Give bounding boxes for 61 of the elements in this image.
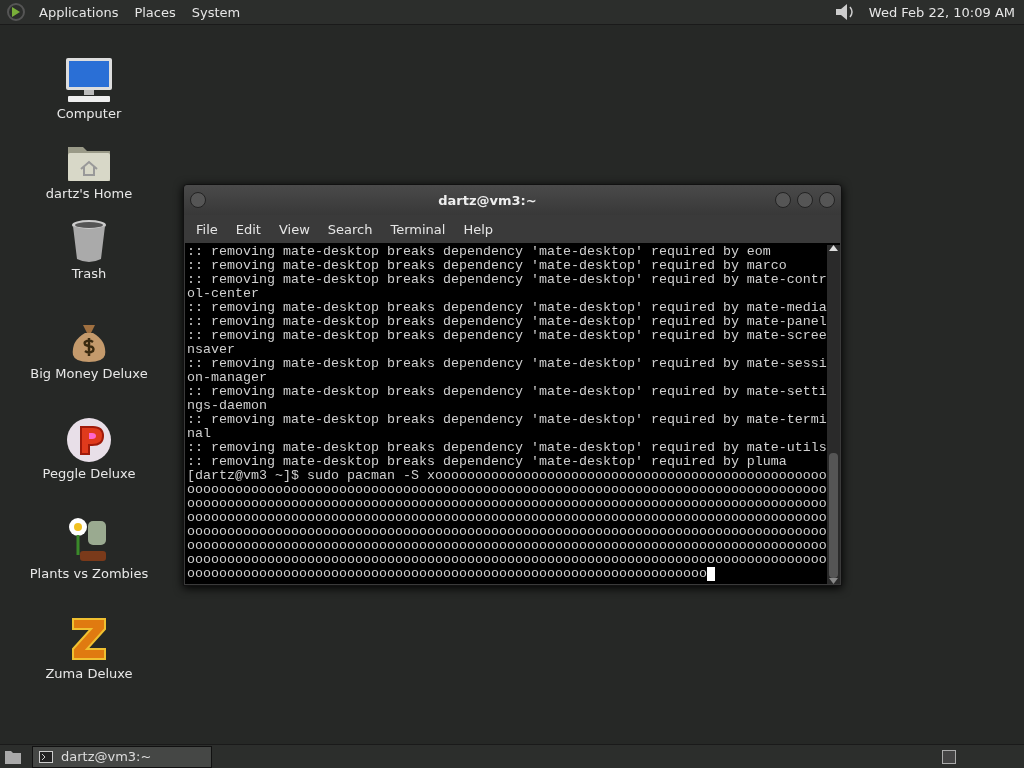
menu-item[interactable]: Terminal	[382, 217, 454, 241]
terminal-line: oooooooooooooooooooooooooooooooooooooooooooooooooooooooooooooooooooooooooooooooo	[187, 538, 827, 553]
workspace-switcher[interactable]	[942, 749, 956, 764]
terminal-icon	[39, 750, 53, 763]
terminal-line: ol-center	[187, 286, 259, 301]
terminal-line: :: removing mate-desktop breaks dependency 'mate-desktop' required by marco	[187, 258, 787, 273]
panel-menu[interactable]: Places	[131, 2, 179, 22]
scroll-up-icon[interactable]	[829, 245, 838, 251]
terminal-line: :: removing mate-desktop breaks dependency 'mate-desktop' required by eom	[187, 244, 771, 259]
desktop-icon-label[interactable]: Peggle Deluxe	[42, 466, 136, 485]
menu-item[interactable]: File	[188, 217, 226, 241]
terminal-line: :: removing mate-desktop breaks dependency 'mate-desktop' required by mate-setti	[187, 384, 827, 399]
terminal-line: ooooooooooooooooooooooooooooooooooooooooooooooooooooooooooooooooo	[187, 566, 707, 581]
terminal-line: nal	[187, 426, 211, 441]
desktop-icon-label[interactable]: dartz's Home	[45, 186, 133, 205]
terminal-line: :: removing mate-desktop breaks dependency 'mate-desktop' required by pluma	[187, 454, 787, 469]
close-button[interactable]	[819, 192, 835, 208]
terminal-line: oooooooooooooooooooooooooooooooooooooooooooooooooooooooooooooooooooooooooooooooo	[187, 524, 827, 539]
peggle-icon	[66, 417, 112, 463]
scrollbar[interactable]	[827, 245, 840, 584]
terminal-line: :: removing mate-desktop breaks dependency 'mate-desktop' required by mate-termi	[187, 412, 827, 427]
terminal-line: oooooooooooooooooooooooooooooooooooooooooooooooooooooooooooooooooooooooooooooooo	[187, 510, 827, 525]
computer-icon	[64, 57, 114, 103]
terminal-line: [dartz@vm3 ~]$ sudo pacman -S xooooooooooooooooooooooooooooooooooooooooooooooooo	[187, 468, 827, 483]
terminal-line: :: removing mate-desktop breaks dependency 'mate-desktop' required by mate-panel	[187, 314, 827, 329]
scrollbar-thumb[interactable]	[829, 453, 838, 578]
terminal-line: ngs-daemon	[187, 398, 267, 413]
menu-item[interactable]: View	[270, 217, 318, 241]
show-desktop-icon[interactable]	[4, 748, 22, 765]
trash-icon	[70, 219, 108, 263]
terminal-line: nsaver	[187, 342, 235, 357]
desktop-icon-label[interactable]: Plants vs Zombies	[29, 566, 149, 585]
clock[interactable]: Wed Feb 22, 10:09 AM	[865, 2, 1018, 22]
terminal-line: oooooooooooooooooooooooooooooooooooooooooooooooooooooooooooooooooooooooooooooooo	[187, 496, 827, 511]
terminal-line: :: removing mate-desktop breaks dependency 'mate-desktop' required by mate-sessi	[187, 356, 827, 371]
terminal-line: :: removing mate-desktop breaks dependency 'mate-desktop' required by mate-scree	[187, 328, 827, 343]
text-cursor	[706, 567, 715, 581]
panel-menu[interactable]: System	[188, 2, 244, 22]
speaker-icon[interactable]	[833, 2, 856, 22]
menu-item[interactable]: Search	[319, 217, 381, 241]
menu-item[interactable]: Help	[455, 217, 502, 241]
window-title: dartz@vm3:~	[437, 192, 538, 208]
terminal-line: :: removing mate-desktop breaks dependency 'mate-desktop' required by mate-contr	[187, 272, 827, 287]
terminal-line: oooooooooooooooooooooooooooooooooooooooooooooooooooooooooooooooooooooooooooooooo	[187, 482, 827, 497]
window-menu-button[interactable]	[190, 192, 206, 208]
taskbar-button[interactable]: dartz@vm3:~	[32, 745, 212, 768]
money-bag-icon	[71, 323, 107, 363]
terminal-line: oooooooooooooooooooooooooooooooooooooooooooooooooooooooooooooooooooooooooooooooo	[187, 552, 827, 567]
desktop-icon-label[interactable]: Big Money Deluxe	[30, 366, 148, 385]
desktop-icon-label[interactable]: Trash	[71, 266, 107, 285]
desktop-icon-label[interactable]: Zuma Deluxe	[45, 666, 133, 685]
terminal-line: :: removing mate-desktop breaks dependency 'mate-desktop' required by mate-media	[187, 300, 827, 315]
mate-logo-icon[interactable]	[6, 2, 26, 22]
panel-menu[interactable]: Applications	[36, 2, 122, 22]
maximize-button[interactable]	[797, 192, 813, 208]
terminal-line: on-manager	[187, 370, 267, 385]
menu-item[interactable]: Edit	[227, 217, 269, 241]
terminal-line: :: removing mate-desktop breaks dependency 'mate-desktop' required by mate-utils	[187, 440, 827, 455]
zuma-icon	[69, 615, 109, 663]
minimize-button[interactable]	[775, 192, 791, 208]
desktop-icon-label[interactable]: Computer	[56, 106, 122, 125]
